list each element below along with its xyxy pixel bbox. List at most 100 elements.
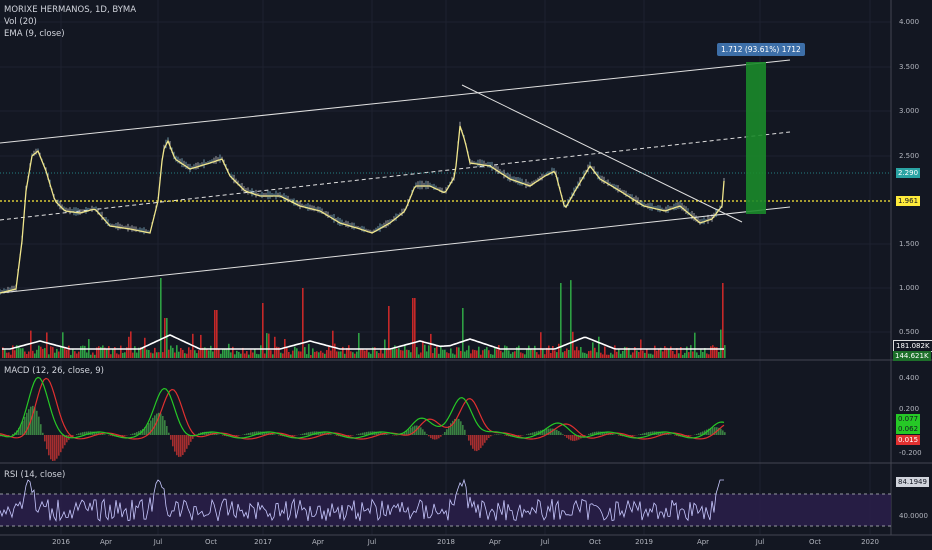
volume-bar [440,346,442,358]
volume-bar [702,352,704,358]
volume-bar [504,345,506,358]
macd-histogram-bar [722,430,724,435]
macd-histogram-bar [634,435,636,436]
volume-bar [568,350,570,358]
macd-histogram-bar [44,435,46,442]
volume-bar [54,352,56,358]
volume-bar [664,346,666,358]
volume-bar [272,354,274,358]
volume-bar [258,354,260,358]
macd-histogram-bar [164,420,166,435]
volume-bar [160,278,162,358]
macd-histogram-bar [222,435,224,436]
volume-bar [20,348,22,358]
volume-bar [464,351,466,358]
volume-bar [678,353,680,358]
volume-bar [554,350,556,358]
volume-bar [420,352,422,358]
volume-bar [212,351,214,358]
volume-bar [618,349,620,358]
volume-bar [52,347,54,358]
volume-bar [42,348,44,358]
volume-bar [254,348,256,358]
volume-bar [552,346,554,358]
time-axis-label: 2018 [437,538,455,546]
macd-histogram-bar [216,434,218,435]
volume-bar [644,352,646,358]
volume-bar [596,352,598,358]
macd-histogram-bar [456,418,458,435]
macd-histogram-bar [496,434,498,435]
volume-bar [600,352,602,358]
volume-bar [444,349,446,358]
rsi-pane-label[interactable]: RSI (14, close) [4,470,65,481]
macd-hist-badge: 0.077 [896,414,921,424]
macd-histogram-bar [632,435,634,436]
volume-bar [548,345,550,358]
volume-bar [652,354,654,358]
volume-bar [308,344,310,358]
macd-histogram-bar [58,435,60,456]
macd-histogram-bar [364,432,366,435]
volume-bar [238,351,240,358]
volume-bar [612,354,614,358]
channel-upper-line[interactable] [0,59,791,144]
volume-bar [510,353,512,358]
macd-histogram-bar [176,435,178,456]
volume-indicator-label[interactable]: Vol (20) [4,17,37,28]
volume-bar [172,347,174,358]
macd-histogram-bar [358,433,360,435]
volume-bar [614,345,616,358]
volume-bar [594,347,596,358]
target-measure-box[interactable] [746,62,766,214]
ema-indicator-label[interactable]: EMA (9, close) [4,29,65,40]
macd-pane-label[interactable]: MACD (12, 26, close, 9) [4,366,104,377]
macd-histogram-bar [688,435,690,437]
macd-line [0,376,725,439]
macd-histogram-bar [306,432,308,435]
time-axis-label: Jul [755,538,765,546]
volume-bar [32,350,34,358]
volume-bar [584,352,586,358]
volume-bar [248,354,250,358]
macd-histogram-bar [422,429,424,435]
volume-bar [418,354,420,358]
volume-bar [662,351,664,358]
volume-bar [538,354,540,358]
volume-bar [388,306,390,358]
volume-bar [442,349,444,358]
volume-bar [500,350,502,358]
symbol-title[interactable]: MORIXE HERMANOS, 1D, BYMA [4,5,136,16]
volume-bar [304,347,306,358]
volume-bar [210,345,212,358]
volume-bar [586,353,588,358]
volume-bar [36,349,38,358]
macd-histogram-bar [644,432,646,435]
macd-histogram-bar [308,432,310,435]
macd-histogram-bar [474,435,476,451]
price-axis-label: 4.000 [899,18,920,26]
volume-bar [132,352,134,358]
volume-bar [514,351,516,358]
volume-bar [370,353,372,358]
volume-bar [550,353,552,358]
volume-bar [316,351,318,358]
volume-bar [320,350,322,358]
price-series [0,121,725,295]
macd-histogram-bar [60,435,62,453]
macd-histogram-bar [244,434,246,435]
channel-lower-line[interactable] [0,206,791,294]
macd-histogram-bar [180,435,182,457]
macd-histogram-bar [476,435,478,452]
volume-bar [722,283,724,358]
measure-callout[interactable]: 1.712 (93.61%) 1712 [717,43,805,56]
macd-histogram-bar [570,435,572,441]
chart-canvas[interactable] [0,0,932,550]
macd-histogram-bar [160,413,162,435]
macd-histogram-bar [700,432,702,435]
macd-histogram-bar [32,405,34,435]
volume-bar [64,346,66,358]
volume-bar [90,354,92,358]
volume-bar [302,288,304,358]
channel-mid-line[interactable] [0,131,791,221]
